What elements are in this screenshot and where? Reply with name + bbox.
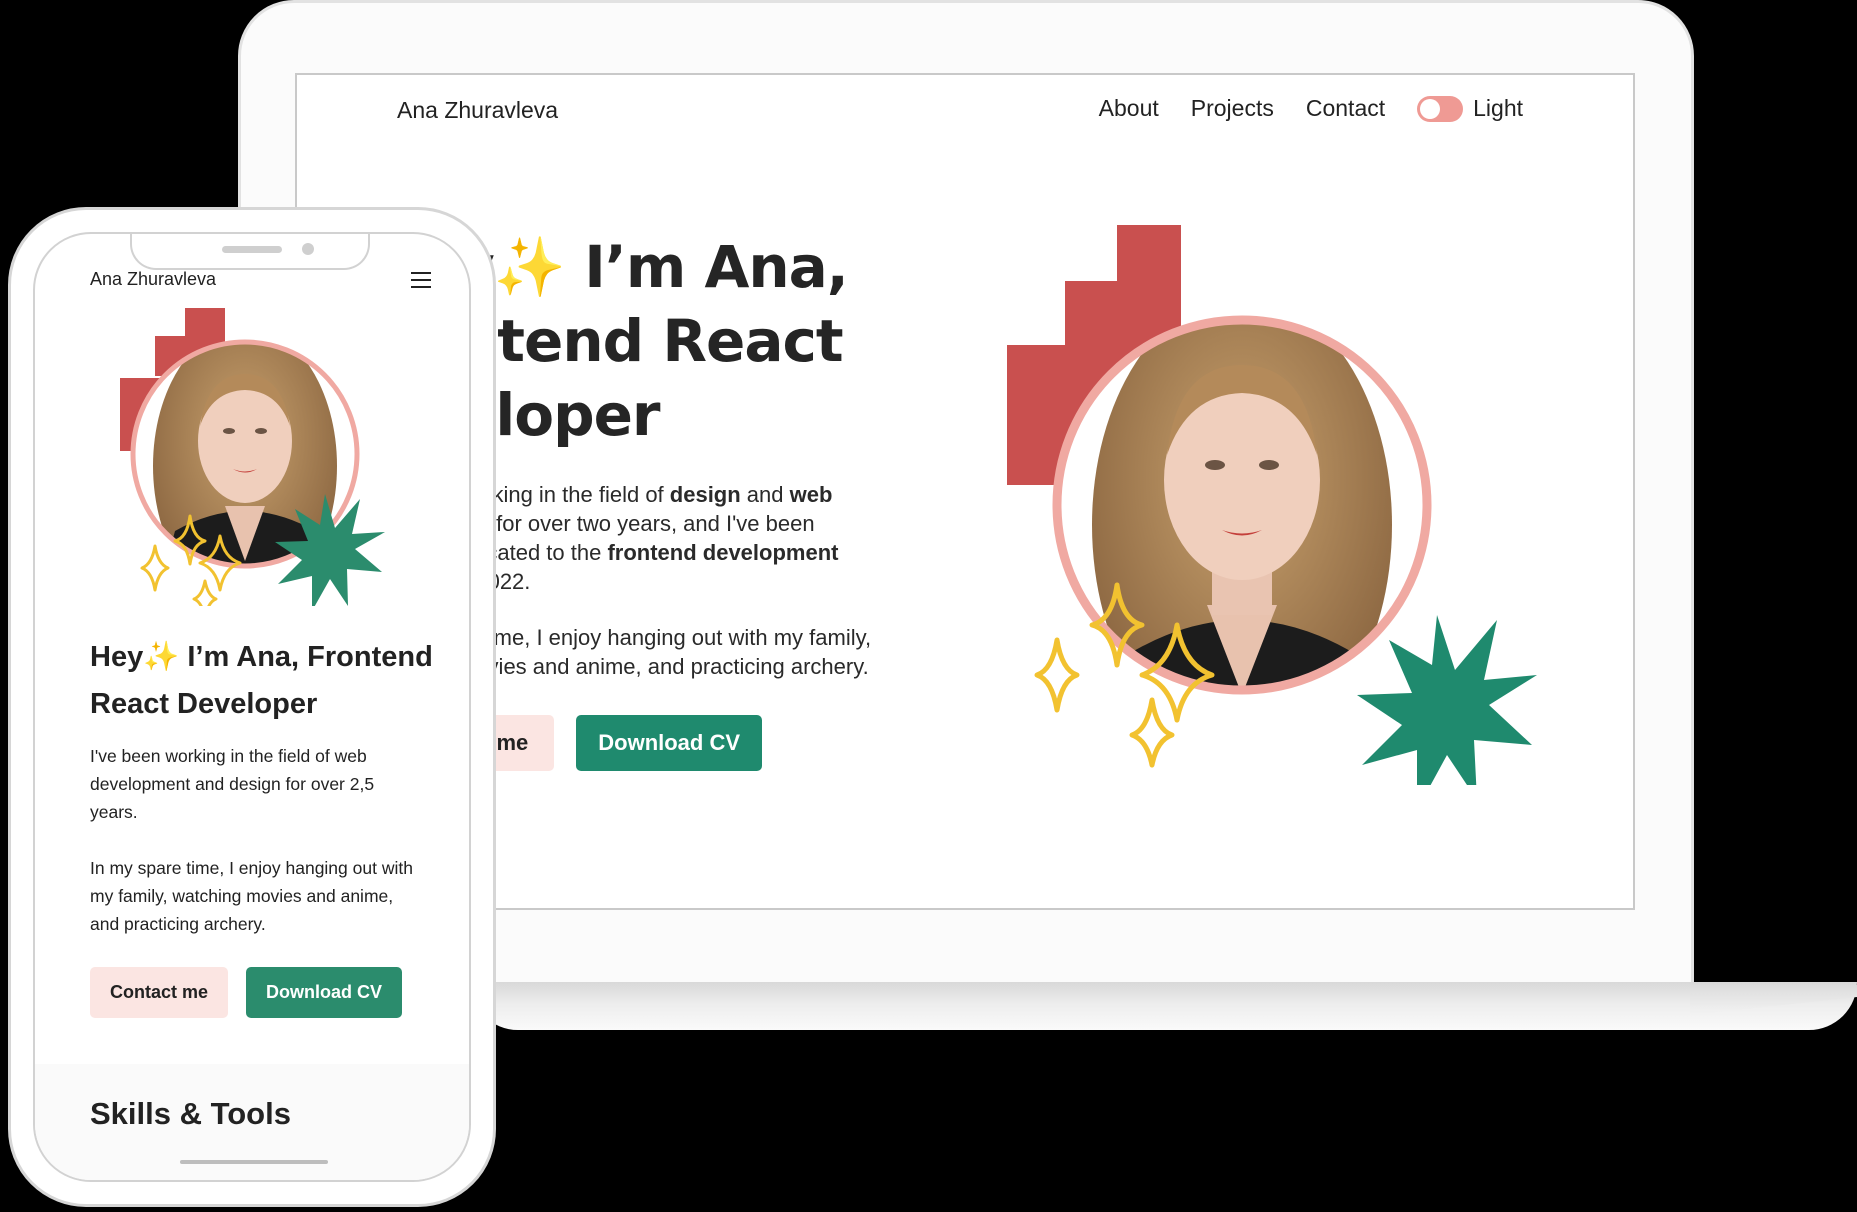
download-cv-button[interactable]: Download CV <box>576 715 763 771</box>
phone-screen: Ana Zhuravleva Hey✨ I’m Ana, Frontend Re… <box>33 232 471 1182</box>
mobile-portrait-illustration <box>120 308 385 606</box>
text-span: movies and anime, and practicing archery… <box>457 654 869 679</box>
text-span: re time, I enjoy hanging out with my fam… <box>457 625 872 650</box>
avatar-photo <box>1092 320 1392 690</box>
nav-projects[interactable]: Projects <box>1191 95 1274 122</box>
theme-toggle-group[interactable]: Light <box>1417 95 1523 122</box>
mobile-hero-buttons: Contact me Download CV <box>90 967 403 1018</box>
phone-camera <box>302 243 314 255</box>
hero-title-line: eloper <box>457 381 661 449</box>
desktop-hero-buttons: t me Download CV <box>457 715 763 771</box>
mobile-brand[interactable]: Ana Zhuravleva <box>90 269 216 290</box>
text-bold: design <box>669 482 741 507</box>
mobile-paragraph-1: I've been working in the field of web de… <box>90 746 375 822</box>
mobile-hero-text: I've been working in the field of web de… <box>90 742 420 966</box>
desktop-brand[interactable]: Ana Zhuravleva <box>397 97 558 124</box>
phone-notch <box>130 234 370 270</box>
skills-section-title: Skills & Tools <box>90 1096 291 1131</box>
desktop-hero-text: working in the field of design and web e… <box>457 480 927 708</box>
home-indicator <box>180 1160 328 1164</box>
laptop-base <box>470 982 1857 1030</box>
text-span: and <box>740 482 790 507</box>
mobile-paragraph-2: In my spare time, I enjoy hanging out wi… <box>90 858 413 934</box>
hero-title-line: ntend React <box>457 307 844 375</box>
text-span: for over two years, and I've been <box>490 511 815 536</box>
toggle-knob <box>1420 98 1441 119</box>
theme-toggle[interactable] <box>1417 95 1464 122</box>
phone-frame: Ana Zhuravleva Hey✨ I’m Ana, Frontend Re… <box>8 207 496 1207</box>
download-cv-button[interactable]: Download CV <box>246 967 403 1018</box>
nav-contact[interactable]: Contact <box>1306 95 1385 122</box>
desktop-nav-menu: About Projects Contact Light <box>1099 95 1523 122</box>
contact-me-button[interactable]: Contact me <box>90 967 229 1018</box>
desktop-hero-title: y✨ I’m Ana, ntend React eloper <box>457 230 1017 452</box>
theme-label: Light <box>1473 95 1523 121</box>
desktop-portrait-illustration <box>1007 225 1537 785</box>
desktop-screen: Ana Zhuravleva About Projects Contact Li… <box>295 73 1635 910</box>
nav-about[interactable]: About <box>1099 95 1159 122</box>
text-bold: web <box>789 482 833 507</box>
hero-paragraph-1: working in the field of design and web e… <box>457 480 927 596</box>
hero-paragraph-2: re time, I enjoy hanging out with my fam… <box>457 623 927 681</box>
phone-speaker <box>222 246 282 253</box>
text-bold: frontend development <box>607 540 839 565</box>
menu-icon[interactable] <box>411 272 431 293</box>
green-starburst <box>1357 615 1537 785</box>
mobile-hero-title: Hey✨ I’m Ana, Frontend React Developer <box>90 641 433 720</box>
hero-title-line: y✨ I’m Ana, <box>457 233 849 301</box>
desktop-navbar: Ana Zhuravleva About Projects Contact Li… <box>297 75 1633 145</box>
